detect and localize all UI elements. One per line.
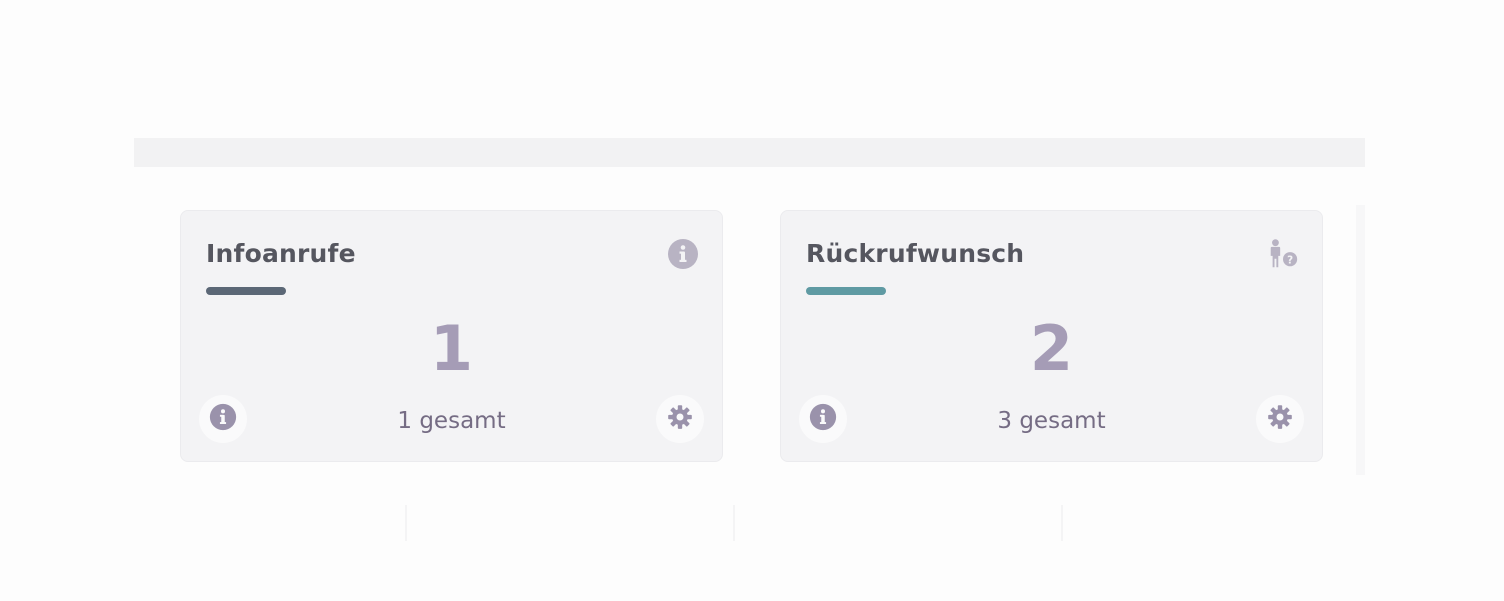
divider-line	[733, 505, 735, 541]
card-settings-button[interactable]	[1256, 395, 1304, 443]
card-total: 3 gesamt	[997, 408, 1106, 434]
card-rueckrufwunsch[interactable]: Rückrufwunsch ? 2 3 gesamt	[780, 210, 1323, 462]
divider-line	[1061, 505, 1063, 541]
divider-line	[405, 505, 407, 541]
card-title: Infoanrufe	[206, 239, 356, 268]
card-infoanrufe[interactable]: Infoanrufe 1 1 gesamt	[180, 210, 723, 462]
gear-icon	[666, 403, 694, 435]
card-accent-bar	[806, 287, 886, 295]
card-settings-button[interactable]	[656, 395, 704, 443]
gear-icon	[1266, 403, 1294, 435]
card-title: Rückrufwunsch	[806, 239, 1025, 268]
info-circle-icon[interactable]	[666, 237, 700, 271]
top-band	[134, 138, 1365, 167]
card-accent-bar	[206, 287, 286, 295]
person-question-icon[interactable]: ?	[1266, 237, 1300, 271]
right-edge-panel	[1356, 205, 1365, 475]
card-value: 1	[429, 312, 474, 385]
card-value: 2	[1029, 312, 1074, 385]
svg-text:?: ?	[1287, 254, 1293, 266]
card-total: 1 gesamt	[397, 408, 506, 434]
